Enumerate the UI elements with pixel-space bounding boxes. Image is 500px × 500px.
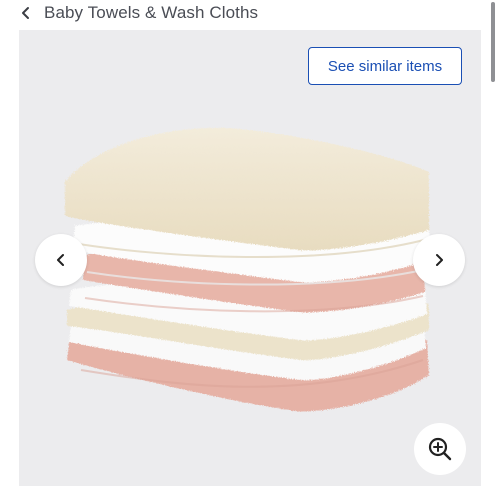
see-similar-items-button[interactable]: See similar items xyxy=(308,47,462,85)
scrollbar-thumb[interactable] xyxy=(491,2,495,82)
zoom-image-button[interactable] xyxy=(414,423,466,475)
zoom-in-icon xyxy=(427,436,453,462)
breadcrumb[interactable]: Baby Towels & Wash Cloths xyxy=(18,0,258,26)
breadcrumb-label: Baby Towels & Wash Cloths xyxy=(44,3,259,22)
previous-image-button[interactable] xyxy=(35,234,87,286)
chevron-left-icon xyxy=(18,5,34,21)
next-image-button[interactable] xyxy=(413,234,465,286)
product-image-gallery xyxy=(19,30,481,486)
chevron-right-icon xyxy=(432,253,446,267)
product-image xyxy=(65,127,429,412)
chevron-left-icon xyxy=(54,253,68,267)
page-scrollbar[interactable] xyxy=(491,0,496,500)
